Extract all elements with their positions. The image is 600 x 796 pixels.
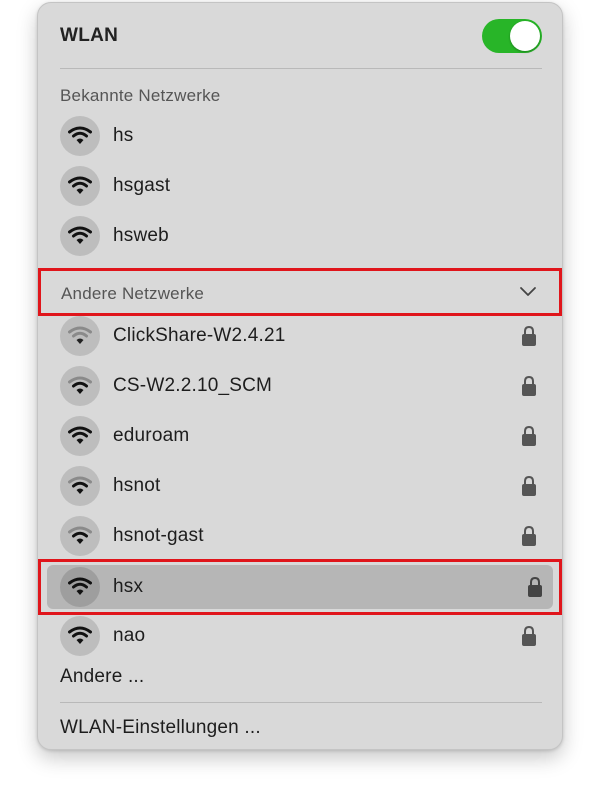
- wifi-title: WLAN: [60, 25, 119, 46]
- lock-icon: [522, 375, 536, 396]
- selected-network-highlight: hsx: [38, 559, 562, 615]
- network-item-clickshare[interactable]: ClickShare-W2.4.21: [38, 313, 562, 359]
- network-name: hsx: [113, 576, 144, 597]
- wifi-menu-panel: WLAN Bekannte Netzwerke hs hsgast hsweb …: [37, 2, 563, 750]
- wifi-signal-icon: [60, 166, 100, 206]
- network-name: ClickShare-W2.4.21: [113, 325, 286, 346]
- wifi-signal-icon: [60, 366, 100, 406]
- lock-icon: [522, 625, 536, 646]
- lock-icon: [522, 525, 536, 546]
- wifi-signal-icon: [60, 616, 100, 656]
- network-item-cs-w2[interactable]: CS-W2.2.10_SCM: [38, 363, 562, 409]
- network-item-hsnot-gast[interactable]: hsnot-gast: [38, 513, 562, 559]
- lock-icon: [522, 325, 536, 346]
- chevron-down-icon: [520, 287, 536, 296]
- network-name: hsgast: [113, 175, 171, 196]
- toggle-knob: [510, 21, 540, 51]
- wifi-signal-icon: [60, 516, 100, 556]
- wifi-signal-icon: [60, 316, 100, 356]
- other-networks-label: Andere Netzwerke: [61, 284, 205, 303]
- wifi-signal-icon: [60, 466, 100, 506]
- network-item-eduroam[interactable]: eduroam: [38, 413, 562, 459]
- lock-icon: [522, 425, 536, 446]
- network-name: hsnot-gast: [113, 525, 204, 546]
- divider: [60, 68, 542, 69]
- network-item-hsx[interactable]: hsx: [41, 564, 565, 610]
- network-item-hsweb[interactable]: hsweb: [38, 213, 562, 259]
- network-item-hsnot[interactable]: hsnot: [38, 463, 562, 509]
- lock-icon: [528, 576, 542, 597]
- wifi-settings-link[interactable]: WLAN-Einstellungen ...: [60, 717, 261, 739]
- wifi-toggle[interactable]: [482, 19, 542, 53]
- wifi-header: WLAN: [60, 19, 542, 55]
- wifi-signal-icon: [60, 116, 100, 156]
- wifi-signal-icon: [60, 216, 100, 256]
- known-networks-label: Bekannte Netzwerke: [60, 86, 221, 105]
- network-name: hsweb: [113, 225, 169, 246]
- network-name: hs: [113, 125, 134, 146]
- network-name: eduroam: [113, 425, 190, 446]
- wifi-signal-icon: [60, 416, 100, 456]
- network-item-hs[interactable]: hs: [38, 113, 562, 159]
- wifi-signal-icon: [60, 567, 100, 607]
- network-name: CS-W2.2.10_SCM: [113, 375, 273, 396]
- other-networks-header[interactable]: Andere Netzwerke: [38, 268, 562, 316]
- network-name: hsnot: [113, 475, 161, 496]
- network-item-hsgast[interactable]: hsgast: [38, 163, 562, 209]
- network-item-nao[interactable]: nao: [38, 613, 562, 659]
- divider: [60, 702, 542, 703]
- other-networks-link[interactable]: Andere ...: [60, 666, 144, 688]
- lock-icon: [522, 475, 536, 496]
- network-name: nao: [113, 625, 146, 646]
